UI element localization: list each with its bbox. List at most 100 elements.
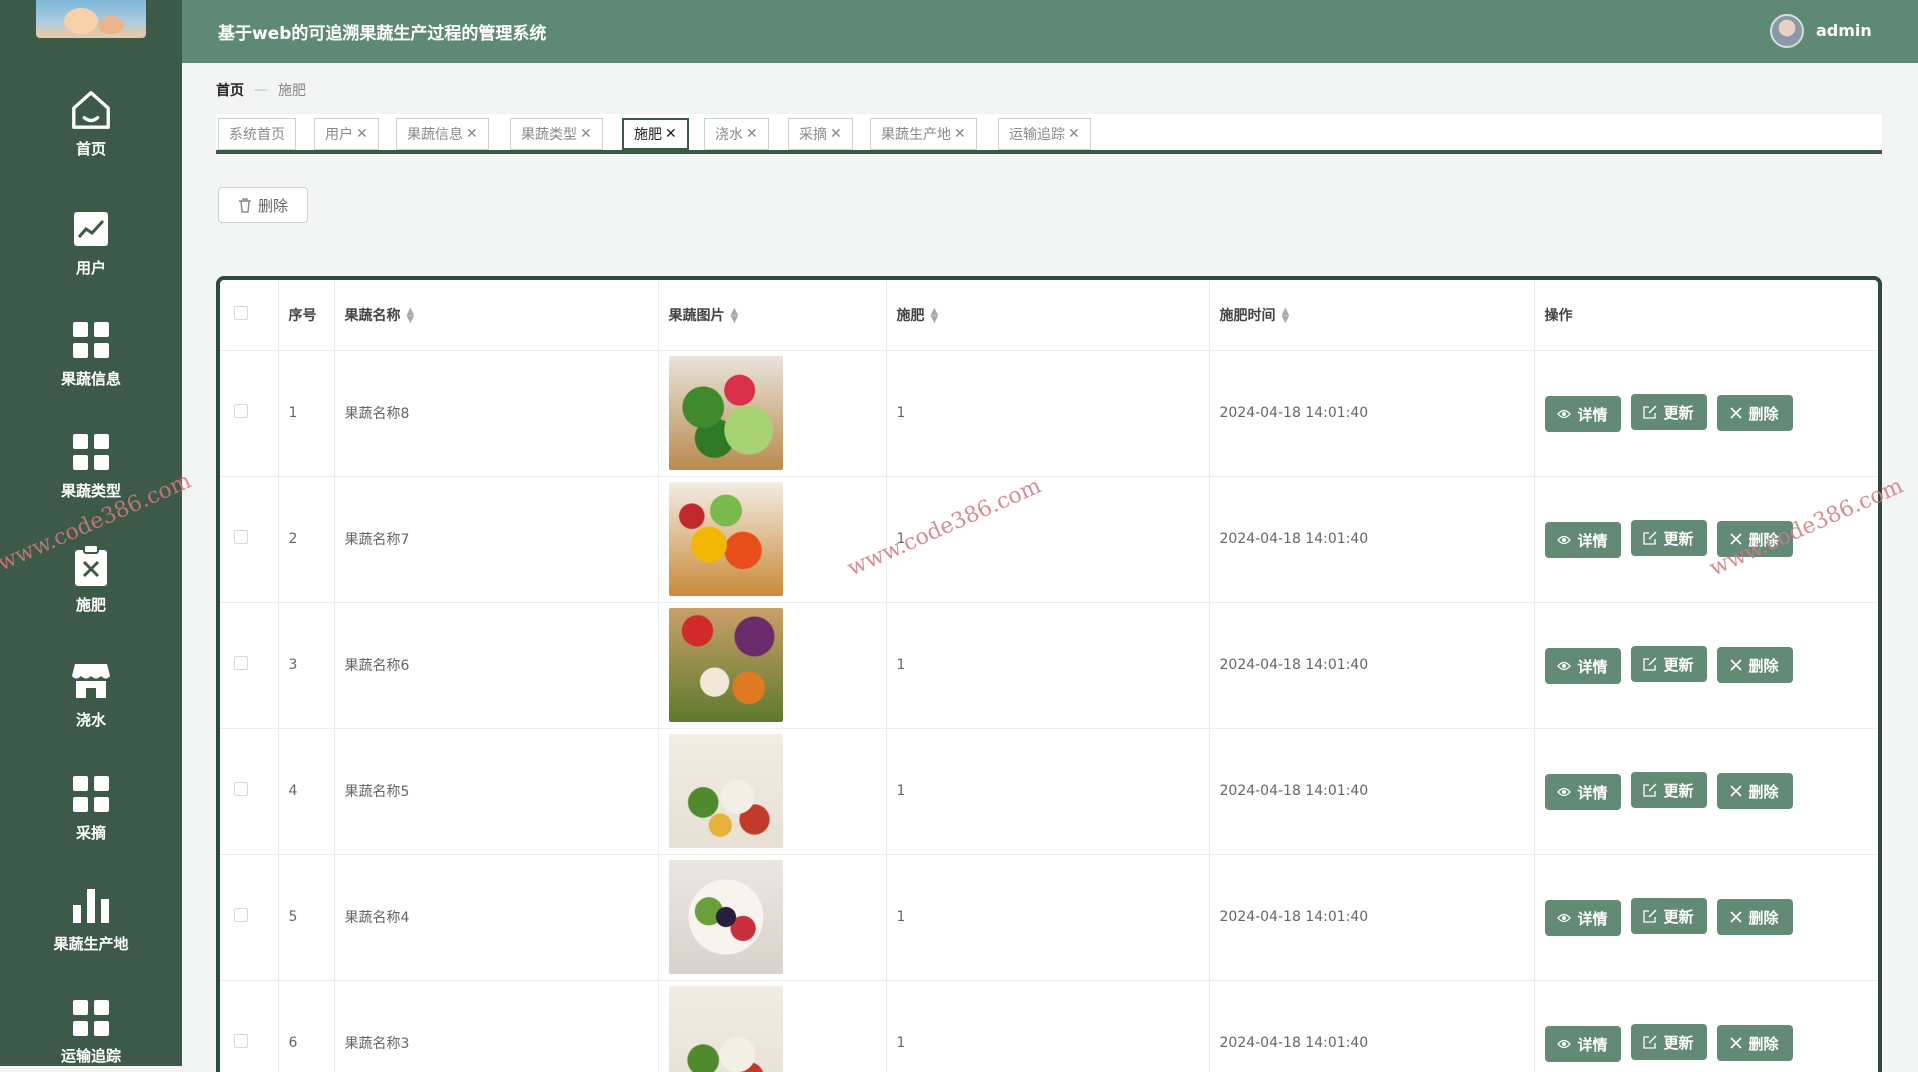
close-icon[interactable]: ✕ [466, 126, 478, 142]
sidebar-item-label: 浇水 [75, 711, 106, 729]
detail-button[interactable]: 详情 [1544, 900, 1621, 936]
tab-label: 施肥 [634, 127, 662, 143]
row-actions: 详情 更新 删除 [1534, 602, 1878, 729]
edit-icon [1643, 657, 1658, 671]
row-checkbox[interactable] [234, 908, 248, 922]
select-all-checkbox[interactable] [234, 305, 248, 320]
detail-button[interactable]: 详情 [1544, 522, 1621, 558]
row-actions: 详情 更新 删除 [1534, 350, 1878, 477]
sidebar-item-produce-type[interactable]: 果蔬类型 [0, 430, 182, 530]
close-icon[interactable]: ✕ [830, 126, 842, 142]
edit-icon [1643, 1035, 1658, 1049]
close-icon[interactable]: ✕ [746, 126, 758, 142]
tab-origin[interactable]: 果蔬生产地 ✕ [870, 118, 977, 150]
tab-label: 采摘 [799, 127, 827, 143]
sort-icon[interactable]: ▲ ▼ [407, 306, 415, 324]
row-fertilizer: 1 [886, 602, 1210, 729]
sidebar-item-transport[interactable]: 运输追踪 [0, 996, 182, 1066]
detail-label: 详情 [1577, 531, 1608, 550]
close-icon[interactable]: ✕ [356, 126, 368, 142]
sort-icon[interactable]: ▲ ▼ [931, 306, 939, 324]
sidebar-item-origin[interactable]: 果蔬生产地 [0, 883, 182, 983]
col-actions: 操作 [1534, 280, 1878, 351]
row-index: 2 [278, 476, 335, 603]
row-checkbox[interactable] [234, 1034, 248, 1048]
sidebar-item-home[interactable]: 首页 [0, 88, 182, 188]
row-checkbox[interactable] [234, 656, 248, 670]
col-fertilizer[interactable]: 施肥 ▲ ▼ [886, 280, 1210, 351]
close-icon [1730, 785, 1743, 797]
bulk-delete-button[interactable]: 删除 [218, 187, 308, 223]
delete-label: 删除 [1748, 782, 1779, 801]
row-index: 4 [278, 728, 335, 855]
sidebar-item-users[interactable]: 用户 [0, 207, 182, 307]
tab-users[interactable]: 用户 ✕ [314, 118, 379, 150]
delete-button[interactable]: 删除 [1716, 773, 1793, 809]
sidebar-item-pick[interactable]: 采摘 [0, 772, 182, 872]
home-icon [69, 88, 113, 132]
row-actions: 详情 更新 删除 [1534, 980, 1878, 1072]
eye-icon [1557, 661, 1572, 671]
detail-button[interactable]: 详情 [1544, 1026, 1621, 1062]
tab-system-home[interactable]: 系统首页 [218, 118, 296, 150]
delete-button[interactable]: 删除 [1716, 1025, 1793, 1061]
col-image[interactable]: 果蔬图片 ▲ ▼ [658, 280, 887, 351]
tab-transport[interactable]: 运输追踪 ✕ [998, 118, 1091, 150]
close-icon[interactable]: ✕ [1068, 126, 1080, 142]
produce-image[interactable] [668, 734, 783, 848]
delete-button[interactable]: 删除 [1716, 521, 1793, 557]
detail-label: 详情 [1577, 1035, 1608, 1054]
sort-icon[interactable]: ▲ ▼ [731, 306, 739, 324]
detail-button[interactable]: 详情 [1544, 648, 1621, 684]
close-icon[interactable]: ✕ [954, 126, 966, 142]
edit-icon [1643, 909, 1658, 923]
sort-icon[interactable]: ▲ ▼ [1282, 306, 1290, 324]
tab-produce-info[interactable]: 果蔬信息 ✕ [396, 118, 489, 150]
update-button[interactable]: 更新 [1630, 772, 1707, 808]
produce-image[interactable] [668, 986, 783, 1072]
tab-water[interactable]: 浇水 ✕ [704, 118, 769, 150]
row-select-cell [220, 980, 279, 1072]
breadcrumb-home[interactable]: 首页 [216, 80, 244, 100]
sidebar-item-fertilize[interactable]: 施肥 [0, 544, 182, 644]
produce-image[interactable] [668, 482, 783, 596]
row-checkbox[interactable] [234, 782, 248, 796]
row-name: 果蔬名称4 [334, 854, 659, 981]
produce-image[interactable] [668, 356, 783, 470]
delete-button[interactable]: 删除 [1716, 899, 1793, 935]
tab-label: 果蔬类型 [521, 127, 577, 143]
col-name[interactable]: 果蔬名称 ▲ ▼ [334, 280, 659, 351]
update-button[interactable]: 更新 [1630, 898, 1707, 934]
update-button[interactable]: 更新 [1630, 394, 1707, 430]
row-time: 2024-04-18 14:01:40 [1209, 980, 1535, 1072]
close-icon[interactable]: ✕ [665, 126, 677, 142]
update-button[interactable]: 更新 [1630, 1024, 1707, 1060]
eye-icon [1557, 535, 1572, 545]
tab-produce-type[interactable]: 果蔬类型 ✕ [510, 118, 603, 150]
delete-button[interactable]: 删除 [1716, 647, 1793, 683]
produce-image[interactable] [668, 608, 783, 722]
row-time: 2024-04-18 14:01:40 [1209, 602, 1535, 729]
detail-label: 详情 [1577, 783, 1608, 802]
row-checkbox[interactable] [234, 404, 248, 418]
user-name[interactable]: admin [1816, 21, 1872, 40]
detail-button[interactable]: 详情 [1544, 774, 1621, 810]
user-avatar[interactable] [1770, 14, 1804, 48]
row-fertilizer: 1 [886, 350, 1210, 477]
produce-image[interactable] [668, 860, 783, 974]
sidebar-item-produce-info[interactable]: 果蔬信息 [0, 318, 182, 418]
tabs-bar: 系统首页 用户 ✕ 果蔬信息 ✕ 果蔬类型 ✕ 施肥 ✕ 浇水 ✕ 采摘 ✕ 果蔬生产地 ✕ … [216, 114, 1882, 154]
sidebar-item-water[interactable]: 浇水 [0, 659, 182, 759]
detail-button[interactable]: 详情 [1544, 396, 1621, 432]
trash-icon [238, 197, 251, 213]
row-image-cell [658, 476, 887, 603]
update-button[interactable]: 更新 [1630, 646, 1707, 682]
grid-icon [69, 772, 113, 816]
tab-fertilize[interactable]: 施肥 ✕ [622, 118, 689, 150]
close-icon[interactable]: ✕ [580, 126, 592, 142]
tab-pick[interactable]: 采摘 ✕ [788, 118, 853, 150]
update-button[interactable]: 更新 [1630, 520, 1707, 556]
delete-button[interactable]: 删除 [1716, 395, 1793, 431]
col-time[interactable]: 施肥时间 ▲ ▼ [1209, 280, 1535, 351]
row-checkbox[interactable] [234, 530, 248, 544]
